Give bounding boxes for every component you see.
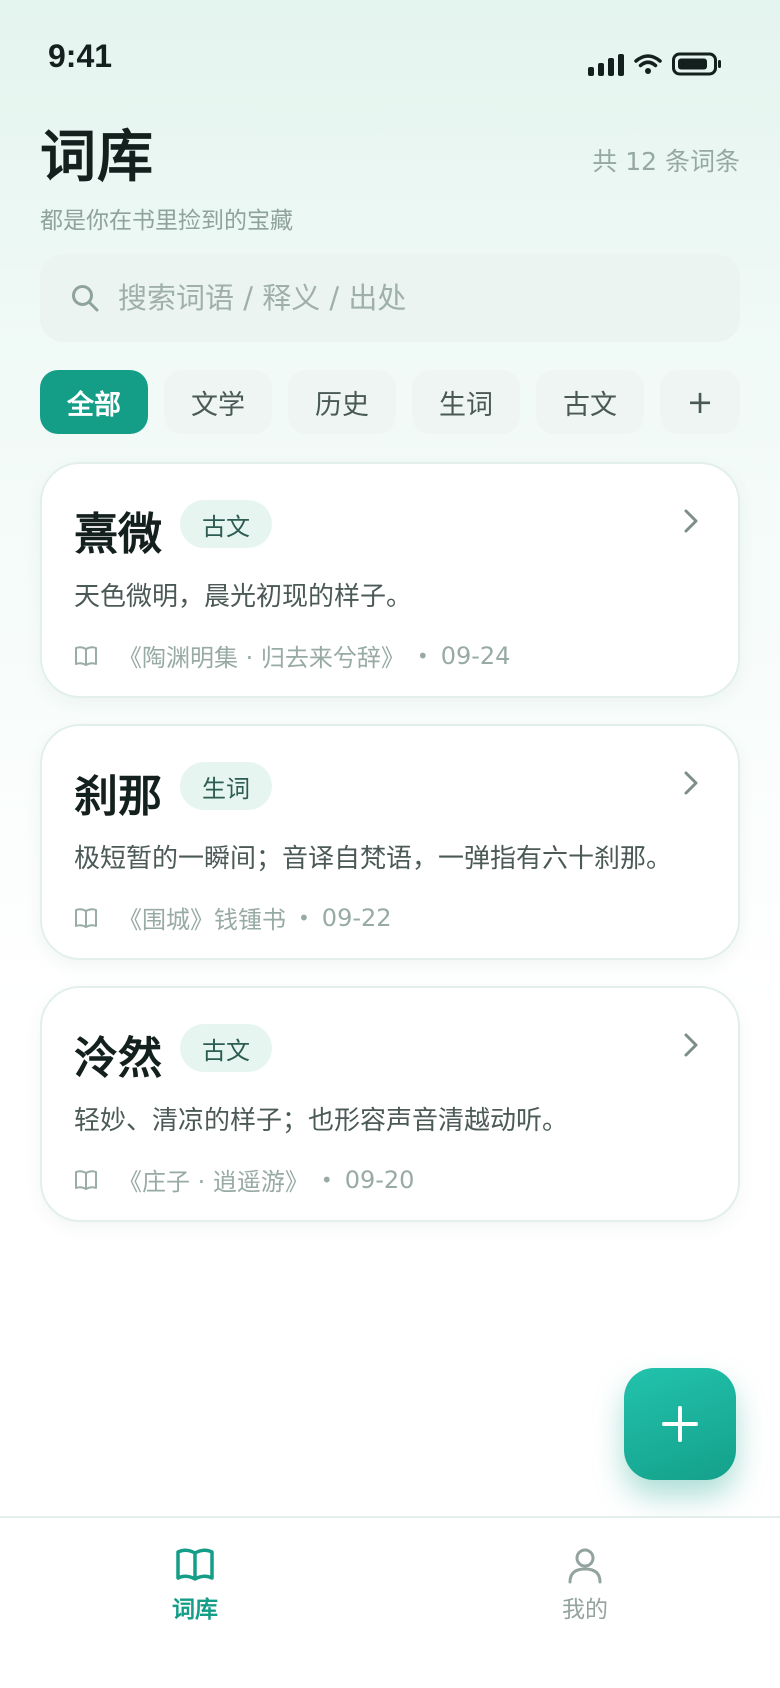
- plus-icon: [662, 1406, 698, 1442]
- search-icon: [72, 285, 99, 312]
- filter-chip-history[interactable]: 历史: [288, 370, 396, 434]
- entry-tag: 古文: [180, 500, 272, 548]
- tab-profile[interactable]: 我的: [485, 1546, 685, 1624]
- entry-card[interactable]: 泠然 古文 轻妙、清凉的样子；也形容声音清越动听。 《庄子 · 逍遥游》 • 0…: [40, 986, 740, 1222]
- entry-definition: 极短暂的一瞬间；音译自梵语，一弹指有六十刹那。: [74, 844, 673, 874]
- page-header: 词库 都是你在书里捡到的宝藏 共 12 条词条: [40, 112, 740, 235]
- entry-source: 《庄子 · 逍遥游》: [118, 1168, 309, 1196]
- entry-source: 《围城》钱锺书: [118, 906, 286, 934]
- entry-card[interactable]: 刹那 生词 极短暂的一瞬间；音译自梵语，一弹指有六十刹那。 《围城》钱锺书 • …: [40, 724, 740, 960]
- battery-icon: [672, 52, 721, 76]
- book-icon: [75, 907, 97, 928]
- entry-card[interactable]: 熹微 古文 天色微明，晨光初现的样子。 《陶渊明集 · 归去来兮辞》 • 09-…: [40, 462, 740, 698]
- filter-chips: 全部 文学 历史 生词 古文 +: [40, 370, 740, 434]
- status-icons: [588, 52, 722, 76]
- page-subtitle: 都是你在书里捡到的宝藏: [40, 208, 293, 234]
- filter-chip-all[interactable]: 全部: [40, 370, 148, 434]
- wifi-icon: [634, 54, 662, 74]
- entry-date: 09-24: [440, 641, 511, 670]
- entry-meta: 《庄子 · 逍遥游》 • 09-20: [74, 1162, 414, 1197]
- add-entry-button[interactable]: [624, 1368, 736, 1480]
- entry-tag: 生词: [180, 762, 272, 810]
- tab-library-label: 词库: [172, 1597, 218, 1623]
- entry-list: 熹微 古文 天色微明，晨光初现的样子。 《陶渊明集 · 归去来兮辞》 • 09-…: [40, 462, 740, 1248]
- chevron-right-icon: [684, 771, 698, 795]
- entry-term: 熹微: [74, 509, 162, 560]
- filter-chip-literature[interactable]: 文学: [164, 370, 272, 434]
- filter-chip-classical[interactable]: 古文: [536, 370, 644, 434]
- entry-definition: 轻妙、清凉的样子；也形容声音清越动听。: [74, 1106, 569, 1136]
- entry-source: 《陶渊明集 · 归去来兮辞》: [118, 644, 405, 672]
- add-filter-button[interactable]: +: [660, 370, 740, 434]
- tab-profile-label: 我的: [562, 1597, 608, 1623]
- entry-term: 泠然: [74, 1033, 162, 1084]
- tab-bar: 词库 我的: [0, 1516, 780, 1688]
- meta-dot: •: [320, 1167, 333, 1192]
- filter-chip-new-words[interactable]: 生词: [412, 370, 520, 434]
- entry-date: 09-22: [321, 903, 392, 932]
- search-input[interactable]: [118, 281, 678, 315]
- entry-definition: 天色微明，晨光初现的样子。: [74, 582, 413, 612]
- search-bar[interactable]: [40, 254, 740, 342]
- chevron-right-icon: [684, 509, 698, 533]
- status-time: 9:41: [48, 38, 113, 74]
- entry-meta: 《陶渊明集 · 归去来兮辞》 • 09-24: [74, 638, 510, 673]
- book-icon: [75, 645, 97, 666]
- entry-tag: 古文: [180, 1024, 272, 1072]
- book-icon: [176, 1548, 214, 1581]
- status-bar: 9:41: [0, 0, 780, 110]
- user-icon: [568, 1548, 602, 1584]
- entry-count: 共 12 条词条: [592, 147, 740, 176]
- entry-meta: 《围城》钱锺书 • 09-22: [74, 900, 392, 935]
- tab-library[interactable]: 词库: [95, 1546, 295, 1624]
- chevron-right-icon: [684, 1033, 698, 1057]
- book-icon: [75, 1169, 97, 1190]
- signal-icon: [588, 52, 624, 76]
- meta-dot: •: [416, 643, 429, 668]
- meta-dot: •: [298, 905, 310, 930]
- entry-term: 刹那: [74, 771, 162, 822]
- entry-date: 09-20: [344, 1165, 415, 1194]
